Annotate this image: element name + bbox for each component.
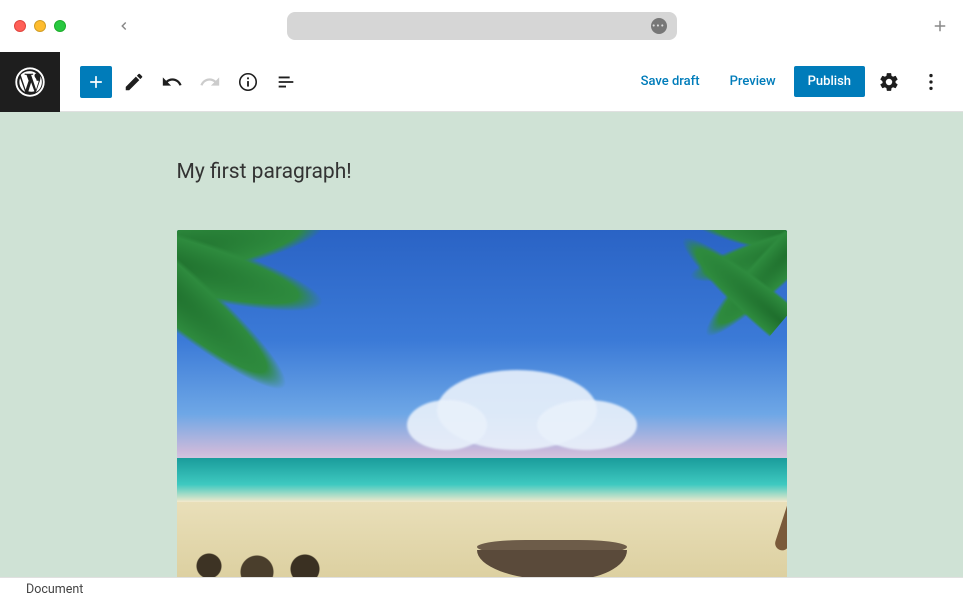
breadcrumb-document[interactable]: Document [26,582,83,597]
site-options-icon[interactable]: ••• [651,18,667,34]
toolbar-right-group: Save draft Preview Publish [629,64,963,100]
image-cloud [407,400,487,450]
editor-top-bar: Save draft Preview Publish [0,52,963,112]
settings-button[interactable] [871,64,907,100]
paragraph-block[interactable]: My first paragraph! [177,160,787,184]
plus-icon [86,72,106,92]
toolbar-left-group [80,66,302,98]
browser-url-bar[interactable]: ••• [287,12,677,40]
preview-button[interactable]: Preview [718,68,788,95]
document-info-button[interactable] [232,66,264,98]
add-block-button[interactable] [80,66,112,98]
window-traffic-lights [14,20,66,32]
browser-back-button[interactable] [112,14,136,38]
outline-icon [275,71,297,93]
image-rocks [177,530,337,577]
content-column: My first paragraph! [177,112,787,577]
image-block[interactable] [177,230,787,577]
kebab-icon [920,71,942,93]
publish-button[interactable]: Publish [794,66,865,97]
list-view-button[interactable] [270,66,302,98]
image-palm-right [607,230,787,550]
save-draft-button[interactable]: Save draft [629,68,712,95]
pencil-icon [123,71,145,93]
wordpress-logo-button[interactable] [0,52,60,112]
edit-tool-button[interactable] [118,66,150,98]
window-minimize-button[interactable] [34,20,46,32]
editor-canvas[interactable]: My first paragraph! [0,112,963,577]
undo-icon [161,71,183,93]
image-palm-left [177,230,347,410]
window-zoom-button[interactable] [54,20,66,32]
wordpress-logo-icon [15,67,45,97]
redo-button[interactable] [194,66,226,98]
more-options-button[interactable] [913,64,949,100]
window-close-button[interactable] [14,20,26,32]
browser-new-tab-button[interactable] [931,17,949,35]
undo-button[interactable] [156,66,188,98]
gear-icon [878,71,900,93]
browser-chrome-bar: ••• [0,0,963,52]
info-icon [237,71,259,93]
redo-icon [199,71,221,93]
editor-footer-bar: Document [0,577,963,601]
image-boat [477,530,627,577]
